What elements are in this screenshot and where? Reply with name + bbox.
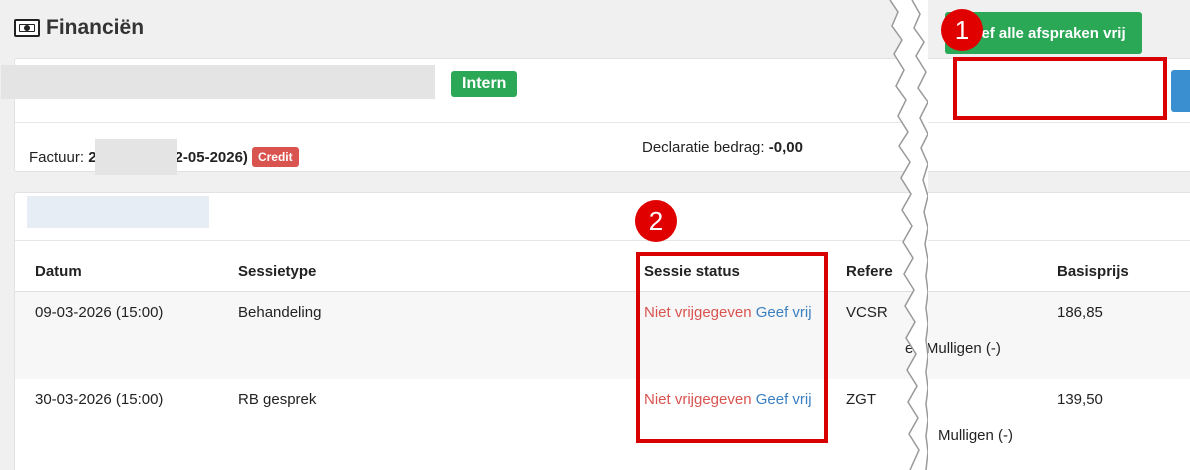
declaration-amount: Declaratie bedrag: -0,00	[642, 139, 803, 156]
annotation-marker-1: 1	[941, 9, 983, 51]
declaration-label: Declaratie bedrag:	[642, 139, 765, 156]
header-basisprijs: Basisprijs	[1057, 263, 1129, 280]
redacted-invoice-number	[94, 139, 177, 175]
money-icon	[14, 19, 40, 37]
cell-datum: 09-03-2026 (15:00)	[35, 304, 164, 321]
table-row: 09-03-2026 (15:00) Behandeling Niet vrij…	[15, 292, 1190, 379]
invoice-label: Factuur:	[29, 148, 85, 166]
cell-extra: Mulligen (-)	[938, 427, 1014, 444]
cell-datum: 30-03-2026 (15:00)	[35, 391, 164, 408]
cell-basisprijs: 139,50	[1057, 391, 1103, 408]
header-sessietype: Sessietype	[238, 263, 317, 280]
cell-sessietype: RB gesprek	[238, 391, 317, 408]
cell-sessietype: Behandeling	[238, 304, 322, 321]
annotation-box-1	[953, 57, 1167, 120]
secondary-button-edge[interactable]	[1171, 70, 1190, 112]
divider	[15, 240, 1190, 241]
torn-edge-separator	[889, 0, 928, 470]
invoice-date: 2-05-2026)	[174, 148, 248, 166]
redacted-name	[1, 65, 435, 99]
credit-badge: Credit	[251, 147, 299, 167]
declaration-value: -0,00	[768, 139, 803, 156]
annotation-marker-2: 2	[635, 200, 677, 242]
page-header: Financiën	[14, 16, 144, 40]
intern-badge: Intern	[451, 71, 518, 97]
header-datum: Datum	[35, 263, 82, 280]
table-row: 30-03-2026 (15:00) RB gesprek Niet vrijg…	[15, 379, 1190, 466]
redacted-link	[27, 196, 209, 228]
page-title: Financiën	[46, 16, 145, 39]
cell-basisprijs: 186,85	[1057, 304, 1103, 321]
annotation-box-2	[636, 252, 828, 443]
sessions-card: Datum Sessietype Sessie status Refere Ba…	[14, 192, 1190, 470]
invoice-info: Factuur: 2 2-05-2026) Credit	[29, 139, 299, 175]
